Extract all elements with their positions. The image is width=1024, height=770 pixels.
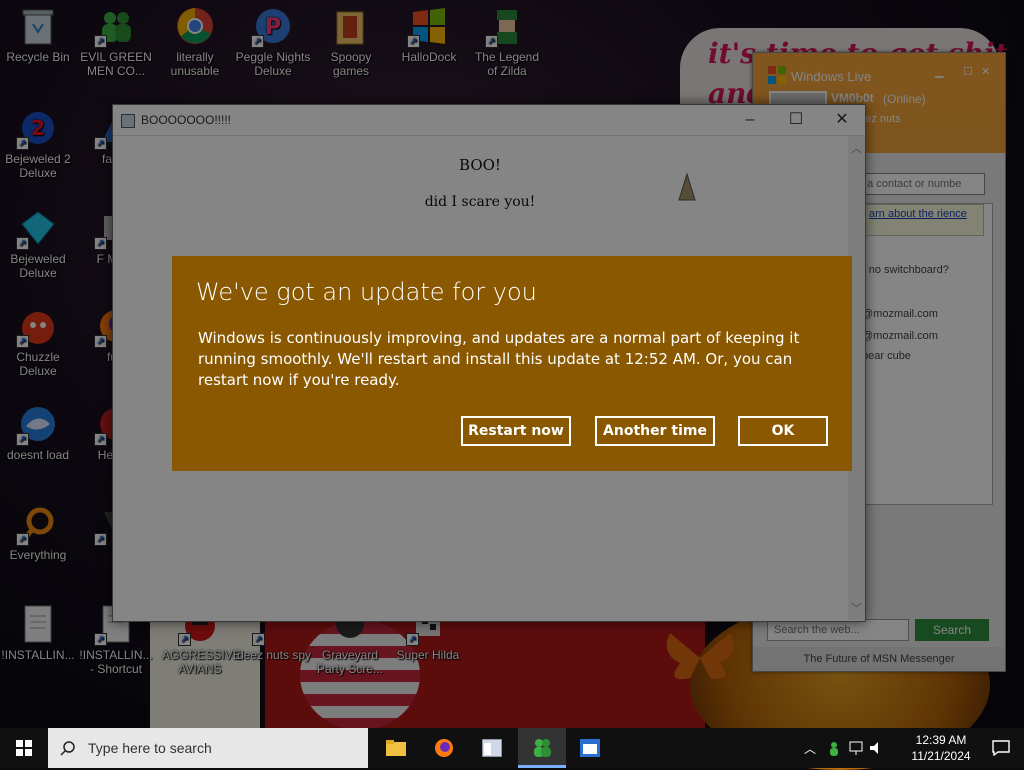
firefox-icon — [435, 739, 453, 757]
window-icon — [580, 739, 600, 757]
update-dialog: We've got an update for you Windows is c… — [172, 256, 852, 471]
start-button[interactable] — [0, 728, 48, 768]
update-dialog-title: We've got an update for you — [196, 278, 537, 306]
clock[interactable]: 12:39 AM 11/21/2024 — [906, 732, 976, 764]
taskbar-msn[interactable] — [518, 728, 566, 768]
window-icon — [482, 739, 502, 757]
taskbar-firefox[interactable] — [420, 728, 468, 768]
chevron-up-icon[interactable]: ︿ — [804, 740, 816, 757]
clock-time: 12:39 AM — [915, 733, 967, 747]
taskbar-app-window[interactable] — [468, 728, 516, 768]
taskbar: Type here to search ︿ 12:39 AM 11/21/202… — [0, 728, 1024, 768]
another-time-button[interactable]: Another time — [595, 416, 715, 446]
update-dialog-message: Windows is continuously improving, and u… — [198, 329, 800, 389]
volume-icon[interactable] — [868, 740, 884, 756]
windows-start-icon — [16, 740, 32, 756]
network-icon[interactable] — [848, 740, 864, 756]
taskbar-boo-window[interactable] — [566, 728, 614, 768]
search-icon — [60, 741, 75, 756]
taskbar-file-explorer[interactable] — [372, 728, 420, 768]
folder-icon — [386, 740, 406, 756]
restart-now-button[interactable]: Restart now — [461, 416, 571, 446]
system-tray: ︿ 12:39 AM 11/21/2024 — [804, 728, 1024, 768]
taskbar-search-box[interactable]: Type here to search — [48, 728, 368, 768]
ok-button[interactable]: OK — [738, 416, 828, 446]
msn-tray-icon[interactable] — [826, 740, 842, 756]
clock-date: 11/21/2024 — [911, 749, 971, 763]
notification-icon[interactable] — [992, 740, 1010, 756]
search-placeholder: Type here to search — [88, 740, 212, 756]
msn-men-icon — [534, 738, 551, 757]
